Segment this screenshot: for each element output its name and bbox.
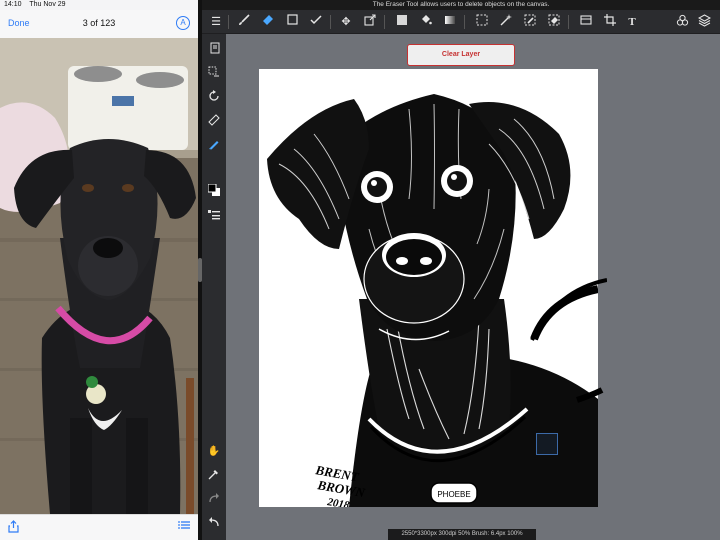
signature-year: 2018 bbox=[325, 496, 350, 507]
move-icon[interactable]: ✥ bbox=[338, 14, 354, 30]
ruler-icon[interactable] bbox=[206, 114, 222, 130]
selection-icon[interactable] bbox=[206, 66, 222, 82]
left-sidebar: ✋ bbox=[202, 34, 226, 540]
smudge-icon[interactable] bbox=[308, 14, 324, 30]
color-swatch-icon[interactable] bbox=[206, 183, 222, 200]
markup-icon[interactable]: A bbox=[176, 16, 190, 30]
eraser-icon[interactable] bbox=[260, 14, 276, 30]
tail-overflow bbox=[530, 278, 607, 403]
toolbar-separator bbox=[568, 15, 569, 29]
panel-icon[interactable] bbox=[578, 14, 594, 30]
brush-icon[interactable] bbox=[236, 14, 252, 30]
pen-icon[interactable] bbox=[206, 138, 222, 154]
layers-icon[interactable] bbox=[696, 14, 712, 30]
photos-nav-bar: 3 of 123 Done A bbox=[0, 10, 198, 38]
rectangle-icon[interactable] bbox=[284, 14, 300, 30]
text-icon[interactable]: T bbox=[624, 14, 640, 30]
status-date: Thu Nov 29 bbox=[29, 1, 66, 8]
done-button[interactable]: Done bbox=[8, 18, 30, 28]
toolbar-separator bbox=[330, 15, 331, 29]
layer-props-icon[interactable] bbox=[206, 208, 222, 224]
bucket-icon[interactable] bbox=[418, 14, 434, 30]
rotate-icon[interactable] bbox=[206, 90, 222, 106]
screen: 14:10 Thu Nov 29 3 of 123 Done A The Era… bbox=[0, 0, 720, 540]
toolbar-separator bbox=[464, 15, 465, 29]
gradient-icon[interactable] bbox=[442, 14, 458, 30]
drawing-app: The Eraser Tool allows users to delete o… bbox=[202, 0, 720, 540]
toolbar-separator bbox=[228, 15, 229, 29]
select-eraser-icon[interactable] bbox=[546, 14, 562, 30]
tool-tooltip: The Eraser Tool allows users to delete o… bbox=[202, 0, 720, 10]
fill-color-icon[interactable] bbox=[394, 14, 410, 30]
redo-icon[interactable] bbox=[206, 492, 222, 508]
photos-bottom-bar bbox=[0, 514, 198, 540]
top-toolbar: ☰ ✥ T bbox=[202, 10, 720, 34]
select-pen-icon[interactable] bbox=[522, 14, 538, 30]
3d-icon[interactable] bbox=[674, 14, 690, 30]
eyedropper-icon[interactable] bbox=[206, 468, 222, 484]
clear-layer-button[interactable]: Clear Layer bbox=[407, 44, 515, 66]
pages-icon[interactable] bbox=[206, 42, 222, 58]
tag-text: PHOEBE bbox=[437, 490, 470, 499]
undo-icon[interactable] bbox=[206, 516, 222, 532]
select-rect-icon[interactable] bbox=[474, 14, 490, 30]
status-time: 14:10 bbox=[4, 1, 22, 8]
magic-wand-icon[interactable] bbox=[498, 14, 514, 30]
photos-pane: 14:10 Thu Nov 29 3 of 123 Done A bbox=[0, 0, 198, 540]
crop-icon[interactable] bbox=[602, 14, 618, 30]
hand-icon[interactable]: ✋ bbox=[206, 444, 222, 460]
selection-box[interactable] bbox=[536, 433, 558, 455]
toolbar-separator bbox=[384, 15, 385, 29]
list-icon[interactable] bbox=[178, 520, 190, 533]
canvas-status-bar: 2550*3300px 300dpi 50% Brush: 6.4px 100% bbox=[388, 529, 536, 540]
transform-icon[interactable] bbox=[362, 14, 378, 30]
status-bar: 14:10 Thu Nov 29 bbox=[0, 0, 198, 10]
photo-count: 3 of 123 bbox=[82, 18, 116, 28]
menu-icon[interactable]: ☰ bbox=[208, 14, 224, 30]
dog-photo bbox=[0, 38, 198, 514]
share-icon[interactable] bbox=[8, 520, 19, 536]
